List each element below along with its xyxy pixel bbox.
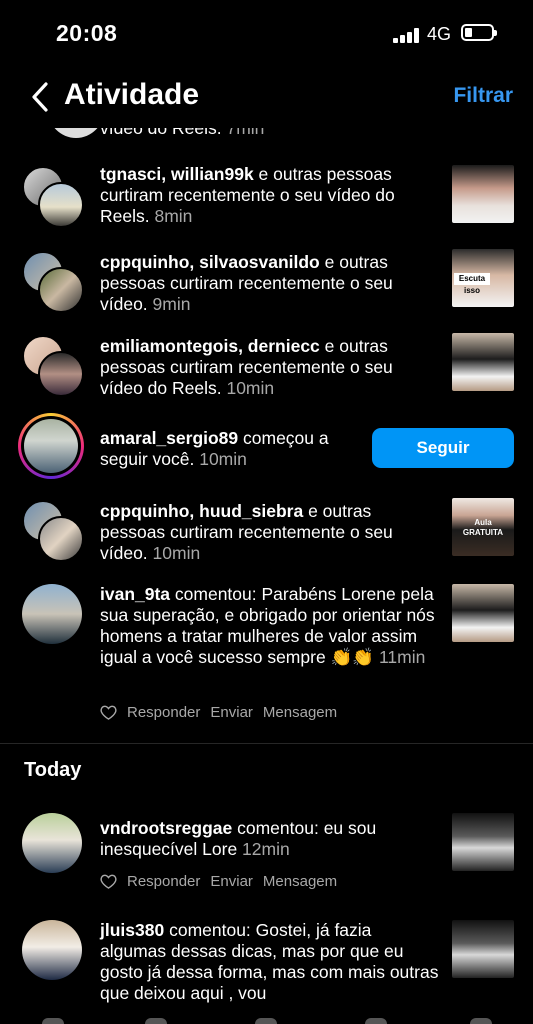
avatar <box>48 128 104 138</box>
back-arrow-icon[interactable] <box>26 80 56 114</box>
post-thumbnail[interactable] <box>452 920 514 978</box>
activity-username[interactable]: emiliamontegois, derniecc <box>100 336 320 356</box>
home-icon[interactable] <box>42 1018 64 1024</box>
activity-time: 11min <box>374 647 426 667</box>
activity-username[interactable]: tgnasci, willian99k <box>100 164 254 184</box>
heart-icon[interactable] <box>100 873 117 889</box>
network-type: 4G <box>427 24 452 44</box>
activity-time: 7min <box>226 128 265 138</box>
shop-icon[interactable] <box>365 1018 387 1024</box>
status-time: 20:08 <box>56 20 118 46</box>
divider <box>0 743 533 744</box>
status-bar: 20:08 4G <box>0 0 533 64</box>
avatar-group[interactable] <box>22 166 84 228</box>
thumbnail-caption: Escuta isso <box>454 273 490 295</box>
activity-time: 10min <box>147 543 201 563</box>
page-title: Atividade <box>64 78 200 111</box>
avatar <box>38 351 84 397</box>
filter-button[interactable]: Filtrar <box>453 84 513 108</box>
section-title-today: Today <box>24 759 82 781</box>
reply-button[interactable]: Responder <box>127 704 200 721</box>
avatar <box>24 419 78 473</box>
activity-time: 9min <box>147 294 191 314</box>
profile-icon[interactable] <box>470 1018 492 1024</box>
avatar-group[interactable] <box>22 500 84 562</box>
send-button[interactable]: Enviar <box>210 873 253 890</box>
activity-username[interactable]: cppquinho, silvaosvanildo <box>100 252 320 272</box>
search-icon[interactable] <box>145 1018 167 1024</box>
avatar-group[interactable] <box>22 335 84 397</box>
activity-username[interactable]: cppquinho, huud_siebra <box>100 501 303 521</box>
activity-text: vídeo do Reels. <box>100 128 222 138</box>
post-thumbnail[interactable]: Aula GRATUITA <box>452 498 514 556</box>
comment-actions: Responder Enviar Mensagem <box>100 704 347 721</box>
battery-icon <box>461 24 497 41</box>
activity-time: 12min <box>237 839 290 859</box>
post-thumbnail[interactable] <box>452 333 514 391</box>
follow-button[interactable]: Seguir <box>372 428 514 468</box>
heart-icon[interactable] <box>100 704 117 720</box>
activity-feed[interactable]: vídeo do Reels. 7min tgnasci, willian99k… <box>0 128 533 1008</box>
message-button[interactable]: Mensagem <box>263 704 337 721</box>
activity-username[interactable]: vndrootsreggae <box>100 818 232 838</box>
story-ring[interactable] <box>18 413 84 479</box>
avatar-group[interactable] <box>22 251 84 313</box>
activity-username[interactable]: amaral_sergio89 <box>100 428 238 448</box>
thumbnail-caption: Aula GRATUITA <box>462 518 504 537</box>
avatar[interactable] <box>22 920 82 980</box>
activity-time: 10min <box>221 378 275 398</box>
avatar <box>38 516 84 562</box>
avatar[interactable] <box>22 813 82 873</box>
activity-username[interactable]: ivan_9ta <box>100 584 170 604</box>
send-button[interactable]: Enviar <box>210 704 253 721</box>
reply-button[interactable]: Responder <box>127 873 200 890</box>
activity-username[interactable]: jluis380 <box>100 920 164 940</box>
activity-time: 10min <box>194 449 247 469</box>
header: Atividade Filtrar <box>0 64 533 128</box>
activity-time: 8min <box>149 206 193 226</box>
post-thumbnail[interactable]: Escuta isso <box>452 249 514 307</box>
message-button[interactable]: Mensagem <box>263 873 337 890</box>
signal-icon <box>393 27 421 43</box>
avatar[interactable] <box>22 584 82 644</box>
avatar <box>38 182 84 228</box>
bottom-tab-bar <box>0 1008 533 1024</box>
reels-icon[interactable] <box>255 1018 277 1024</box>
post-thumbnail[interactable] <box>452 813 514 871</box>
comment-actions: Responder Enviar Mensagem <box>100 873 347 890</box>
avatar <box>38 267 84 313</box>
post-thumbnail[interactable] <box>452 584 514 642</box>
post-thumbnail[interactable] <box>452 165 514 223</box>
